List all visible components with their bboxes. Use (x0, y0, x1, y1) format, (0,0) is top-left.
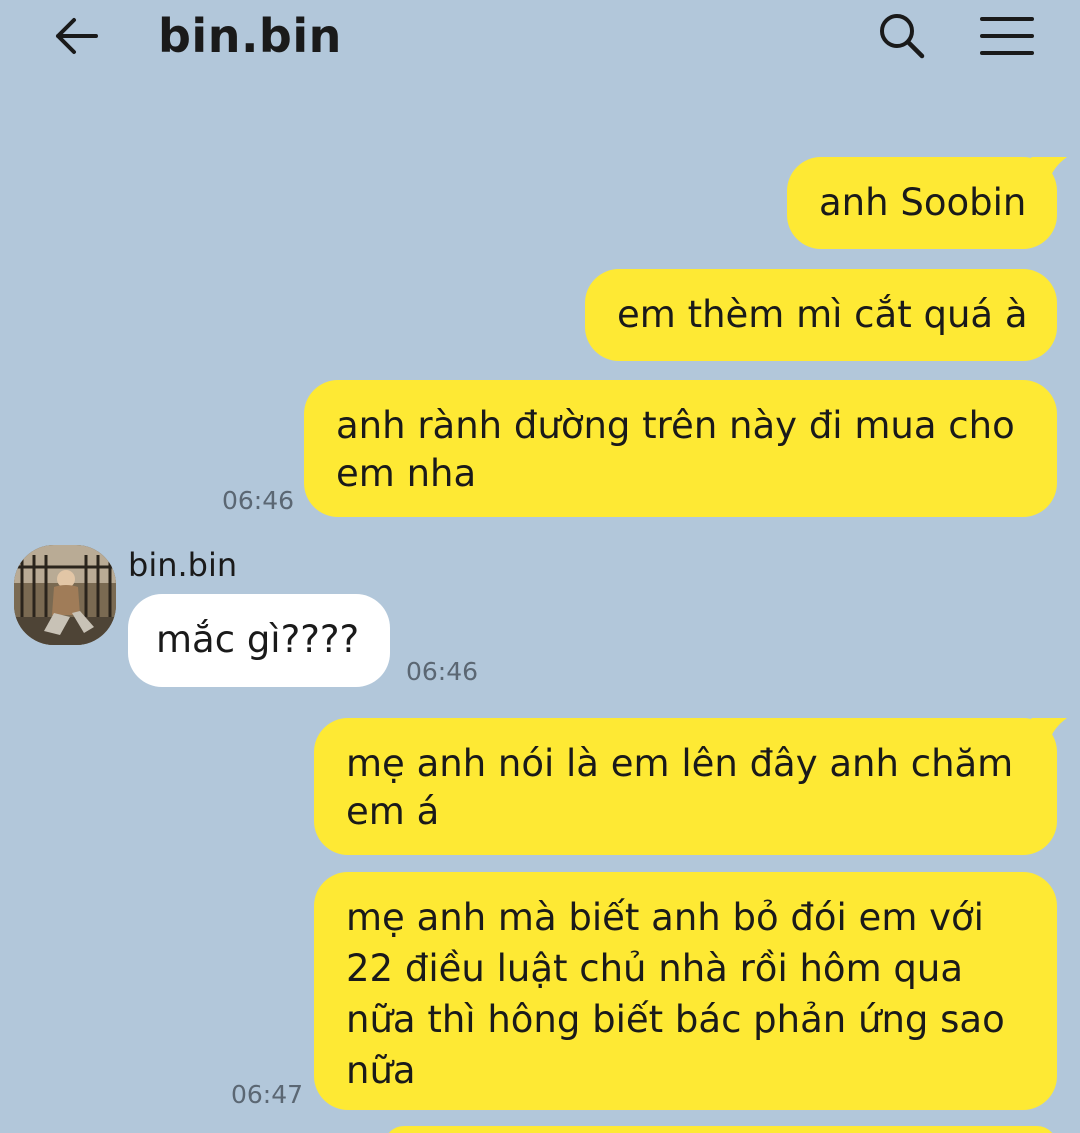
menu-icon (980, 17, 1034, 55)
outgoing-message[interactable]: mẹ anh nói là em lên đây anh chăm em á (314, 718, 1067, 855)
bubble-tail (1031, 157, 1067, 181)
chat-screen: bin.bin anh Soobin em thèm mì cắt quá à … (0, 0, 1080, 1133)
message-line: em á (346, 790, 440, 833)
incoming-message[interactable]: mắc gì???? (128, 594, 390, 687)
outgoing-message[interactable]: em thèm mì cắt quá à (585, 269, 1057, 361)
message-time: 06:46 (406, 657, 479, 686)
avatar-photo-icon (14, 545, 116, 645)
message-line: nữa thì hông biết bác phản ứng sao (346, 998, 1005, 1041)
outgoing-message[interactable]: anh Soobin (787, 157, 1067, 249)
message-text: anh Soobin (819, 181, 1027, 224)
message-line: em nha (336, 452, 477, 495)
message-line: nữa (346, 1049, 416, 1092)
chat-title: bin.bin (158, 9, 342, 63)
outgoing-message[interactable]: mẹ anh mà biết anh bỏ đói em với 22 điều… (314, 872, 1057, 1110)
message-time: 06:46 (222, 486, 295, 515)
message-line: mẹ anh nói là em lên đây anh chăm (346, 742, 1014, 785)
outgoing-message[interactable]: anh rành đường trên này đi mua cho em nh… (304, 380, 1057, 517)
search-icon (880, 14, 925, 59)
back-button[interactable] (46, 8, 106, 64)
avatar[interactable] (14, 545, 116, 645)
chat-header: bin.bin (0, 0, 1080, 80)
message-time: 06:47 (231, 1080, 304, 1109)
message-line: mẹ anh mà biết anh bỏ đói em với (346, 896, 984, 939)
menu-button[interactable] (972, 8, 1042, 64)
arrow-left-icon (56, 18, 98, 54)
message-line: anh rành đường trên này đi mua cho (336, 404, 1015, 447)
sender-name: bin.bin (128, 546, 238, 584)
bubble-tail (1031, 718, 1067, 742)
outgoing-message-partial[interactable] (384, 1126, 1057, 1133)
message-text: em thèm mì cắt quá à (617, 293, 1028, 336)
message-text: mắc gì???? (156, 618, 360, 661)
search-button[interactable] (870, 8, 934, 64)
message-line: 22 điều luật chủ nhà rồi hôm qua (346, 947, 963, 990)
